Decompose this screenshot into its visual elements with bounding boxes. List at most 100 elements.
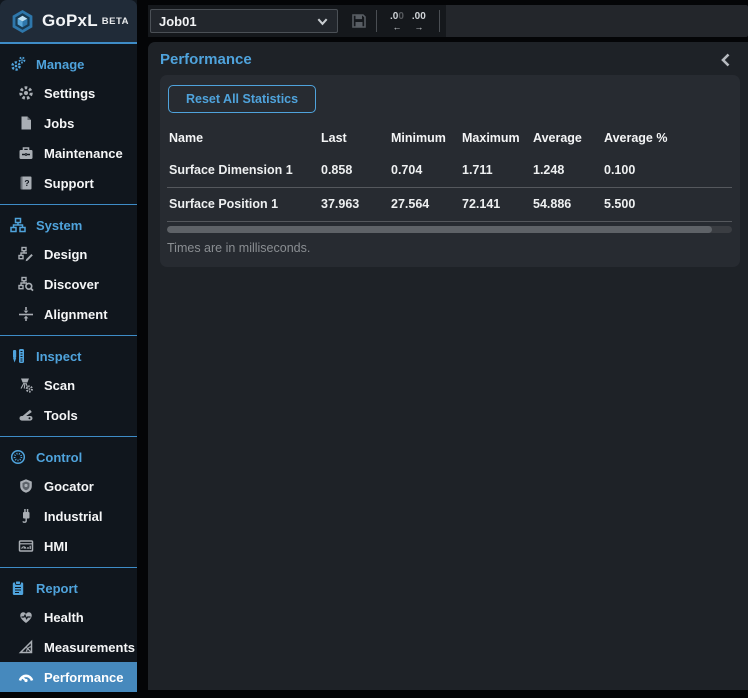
sidebar-header-control[interactable]: Control: [0, 443, 137, 471]
chevron-down-icon: [315, 13, 329, 30]
sidebar-section-report: Report Health Measurements Performance: [0, 568, 137, 698]
sidebar-header-label: Manage: [36, 57, 84, 72]
sidebar-item-hmi[interactable]: HMI: [0, 531, 137, 561]
sidebar-header-manage[interactable]: Manage: [0, 50, 137, 78]
sidebar-item-label: Performance: [44, 670, 123, 685]
table-row-cell: 5.500: [602, 187, 732, 221]
sidebar-item-alignment[interactable]: Alignment: [0, 299, 137, 329]
sidebar-item-label: Discover: [44, 277, 99, 292]
decimal-increase-label: .00: [412, 12, 426, 22]
save-job-button[interactable]: [350, 13, 367, 30]
sidebar-item-discover[interactable]: Discover: [0, 269, 137, 299]
sensor-shield-icon: [17, 478, 34, 495]
table-row-cell: Surface Position 1: [167, 187, 319, 221]
table-row-cell: 0.704: [389, 154, 460, 187]
sidebar-section-control: Control Gocator Industrial HMI: [0, 437, 137, 568]
sidebar-item-industrial[interactable]: Industrial: [0, 501, 137, 531]
column-header-minimum: Minimum: [389, 123, 460, 154]
sidebar-item-label: Jobs: [44, 116, 74, 131]
scan-icon: [17, 377, 34, 394]
sidebar-item-measurements[interactable]: Measurements: [0, 632, 137, 662]
clipboard-icon: [9, 580, 26, 597]
protractor-icon: [17, 639, 34, 656]
decimal-decrease-label: .00: [390, 12, 404, 22]
sidebar-item-label: Settings: [44, 86, 95, 101]
job-selector-value: Job01: [159, 14, 197, 29]
table-row-cell: 0.100: [602, 154, 732, 187]
svg-text:?: ?: [24, 178, 29, 188]
network-icon: [9, 217, 26, 234]
sidebar-header-label: System: [36, 218, 82, 233]
performance-panel: Performance Reset All Statistics Name La…: [148, 42, 748, 690]
gears-icon: [9, 56, 26, 73]
statistics-table: Name Last Minimum Maximum Average Averag…: [167, 123, 732, 221]
table-bottom-border: [167, 221, 732, 222]
horizontal-scrollbar[interactable]: [167, 226, 732, 233]
save-icon: [350, 13, 367, 30]
design-pencil-icon: [17, 246, 34, 263]
sidebar-item-label: Tools: [44, 408, 78, 423]
toolbar-job-group: Job01 .00 ← .00 →: [148, 5, 446, 37]
table-row-cell: 1.248: [531, 154, 602, 187]
column-header-average: Average: [531, 123, 602, 154]
sidebar-item-label: Gocator: [44, 479, 94, 494]
document-icon: [17, 115, 34, 132]
table-row-cell: 54.886: [531, 187, 602, 221]
table-row-cell: Surface Dimension 1: [167, 154, 319, 187]
app-title: GoPxL: [42, 11, 98, 31]
table-footnote: Times are in milliseconds.: [167, 241, 732, 255]
caliper-icon: [9, 348, 26, 365]
job-selector[interactable]: Job01: [150, 9, 338, 33]
sidebar-section-system: System Design Discover Alignment: [0, 205, 137, 336]
table-row-cell: 27.564: [389, 187, 460, 221]
sidebar-item-scan[interactable]: Scan: [0, 370, 137, 400]
sidebar-header-report[interactable]: Report: [0, 574, 137, 602]
reset-all-statistics-button[interactable]: Reset All Statistics: [168, 85, 316, 113]
arrow-left-icon: ←: [392, 23, 401, 31]
scrollbar-thumb[interactable]: [167, 226, 712, 233]
sidebar-item-label: Scan: [44, 378, 75, 393]
sidebar-item-performance[interactable]: Performance: [0, 662, 137, 692]
sidebar-header-label: Report: [36, 581, 78, 596]
sidebar-item-maintenance[interactable]: Maintenance: [0, 138, 137, 168]
table-row-cell: 37.963: [319, 187, 389, 221]
sidebar-header-inspect[interactable]: Inspect: [0, 342, 137, 370]
column-header-name: Name: [167, 123, 319, 154]
discover-search-icon: [17, 276, 34, 293]
arrow-right-icon: →: [414, 23, 423, 31]
sidebar-item-label: Industrial: [44, 509, 103, 524]
sidebar-item-label: HMI: [44, 539, 68, 554]
sidebar-item-design[interactable]: Design: [0, 239, 137, 269]
sidebar-item-label: Support: [44, 176, 94, 191]
panel-title: Performance: [160, 51, 252, 68]
column-header-last: Last: [319, 123, 389, 154]
hmi-monitor-icon: [17, 538, 34, 555]
sidebar-header-label: Inspect: [36, 349, 82, 364]
sidebar-item-label: Maintenance: [44, 146, 123, 161]
collapse-panel-button[interactable]: [718, 52, 734, 68]
sidebar-item-label: Alignment: [44, 307, 108, 322]
column-header-maximum: Maximum: [460, 123, 531, 154]
sidebar-item-support[interactable]: ? Support: [0, 168, 137, 198]
sidebar-item-health[interactable]: Health: [0, 602, 137, 632]
sidebar-item-gocator[interactable]: Gocator: [0, 471, 137, 501]
sidebar-item-tools[interactable]: Tools: [0, 400, 137, 430]
tools-knife-icon: [17, 407, 34, 424]
sidebar-item-settings[interactable]: Settings: [0, 78, 137, 108]
sidebar-section-inspect: Inspect Scan Tools: [0, 336, 137, 437]
alignment-icon: [17, 306, 34, 323]
help-book-icon: ?: [17, 175, 34, 192]
decimal-increase-button[interactable]: .00 →: [412, 12, 426, 31]
sidebar-header-system[interactable]: System: [0, 211, 137, 239]
toolbar-separator: [439, 10, 440, 32]
gauge-icon: [17, 669, 34, 686]
sidebar-item-jobs[interactable]: Jobs: [0, 108, 137, 138]
top-toolbar: Job01 .00 ← .00 →: [148, 5, 748, 37]
panel-header: Performance: [148, 42, 748, 75]
gopxl-cube-logo-icon: [9, 8, 35, 34]
statistics-card: Reset All Statistics Name Last Minimum M…: [160, 75, 740, 267]
toolbar-separator: [376, 10, 377, 32]
decimal-decrease-button[interactable]: .00 ←: [390, 12, 404, 31]
plug-icon: [17, 508, 34, 525]
chevron-left-icon: [718, 52, 734, 68]
